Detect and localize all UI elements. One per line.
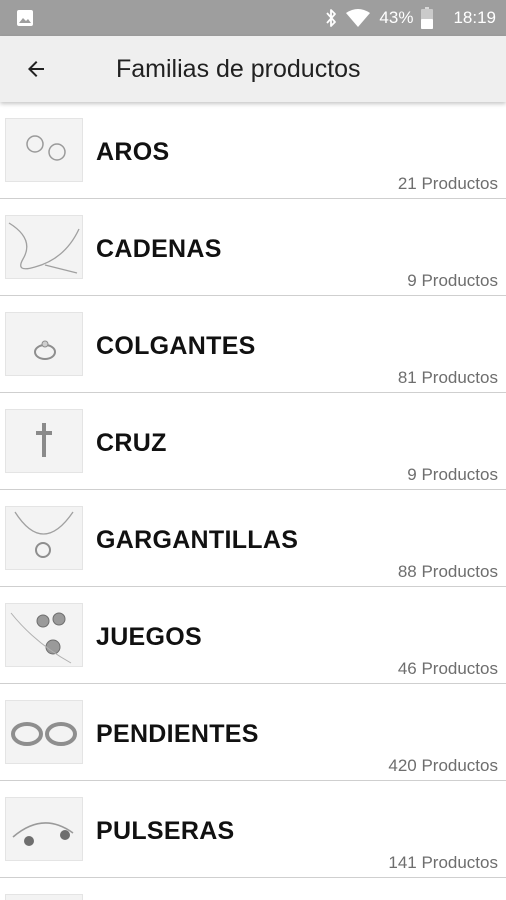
bluetooth-icon [326, 9, 337, 27]
battery-icon [421, 7, 434, 29]
app-bar: Familias de productos [0, 36, 506, 102]
arrow-left-icon [28, 61, 44, 77]
family-row-cadenas[interactable]: CADENAS 9 Productos [0, 199, 506, 296]
family-row-gargantillas[interactable]: GARGANTILLAS 88 Productos [0, 490, 506, 587]
family-row-cruz[interactable]: CRUZ 9 Productos [0, 393, 506, 490]
page-title: Familias de productos [116, 55, 361, 83]
family-name: CRUZ [96, 429, 167, 457]
product-count: 420 Productos [388, 756, 498, 775]
status-icons: 43% 18:19 [325, 0, 496, 36]
product-count: 21 Productos [397, 174, 498, 193]
product-count: 9 Productos [407, 465, 498, 484]
product-thumbnail [5, 215, 83, 279]
product-count: 46 Productos [397, 659, 498, 678]
product-thumbnail [5, 506, 83, 570]
battery-percent: 43% [379, 8, 414, 27]
family-name: GARGANTILLAS [96, 526, 299, 554]
family-name: CADENAS [96, 235, 222, 263]
clock: 18:19 [453, 8, 496, 27]
family-name: AROS [96, 138, 170, 166]
status-bar: 43% 18:19 [0, 0, 506, 36]
family-row-pendientes[interactable]: PENDIENTES 420 Productos [0, 684, 506, 781]
family-row-colgantes[interactable]: COLGANTES 81 Productos [0, 296, 506, 393]
product-count: 81 Productos [397, 368, 498, 387]
product-count: 88 Productos [397, 562, 498, 581]
family-name: COLGANTES [96, 332, 256, 360]
back-button[interactable] [18, 51, 54, 87]
family-list: AROS 21 Productos CADENAS 9 Productos CO… [0, 102, 506, 900]
product-count: 141 Productos [388, 853, 498, 872]
family-name: PULSERAS [96, 817, 235, 845]
family-row-juegos[interactable]: JUEGOS 46 Productos [0, 587, 506, 684]
family-row-pulseras[interactable]: PULSERAS 141 Productos [0, 781, 506, 878]
family-row-aros[interactable]: AROS 21 Productos [0, 102, 506, 199]
product-count: 9 Productos [407, 271, 498, 290]
family-name: PENDIENTES [96, 720, 259, 748]
product-thumbnail [5, 312, 83, 376]
product-thumbnail [5, 894, 83, 900]
product-thumbnail [5, 409, 83, 473]
product-thumbnail [5, 700, 83, 764]
family-name: JUEGOS [96, 623, 202, 651]
family-row-partial[interactable] [0, 878, 506, 900]
gallery-icon [17, 10, 33, 26]
product-thumbnail [5, 118, 83, 182]
product-thumbnail [5, 603, 83, 667]
product-thumbnail [5, 797, 83, 861]
wifi-icon [346, 9, 371, 27]
